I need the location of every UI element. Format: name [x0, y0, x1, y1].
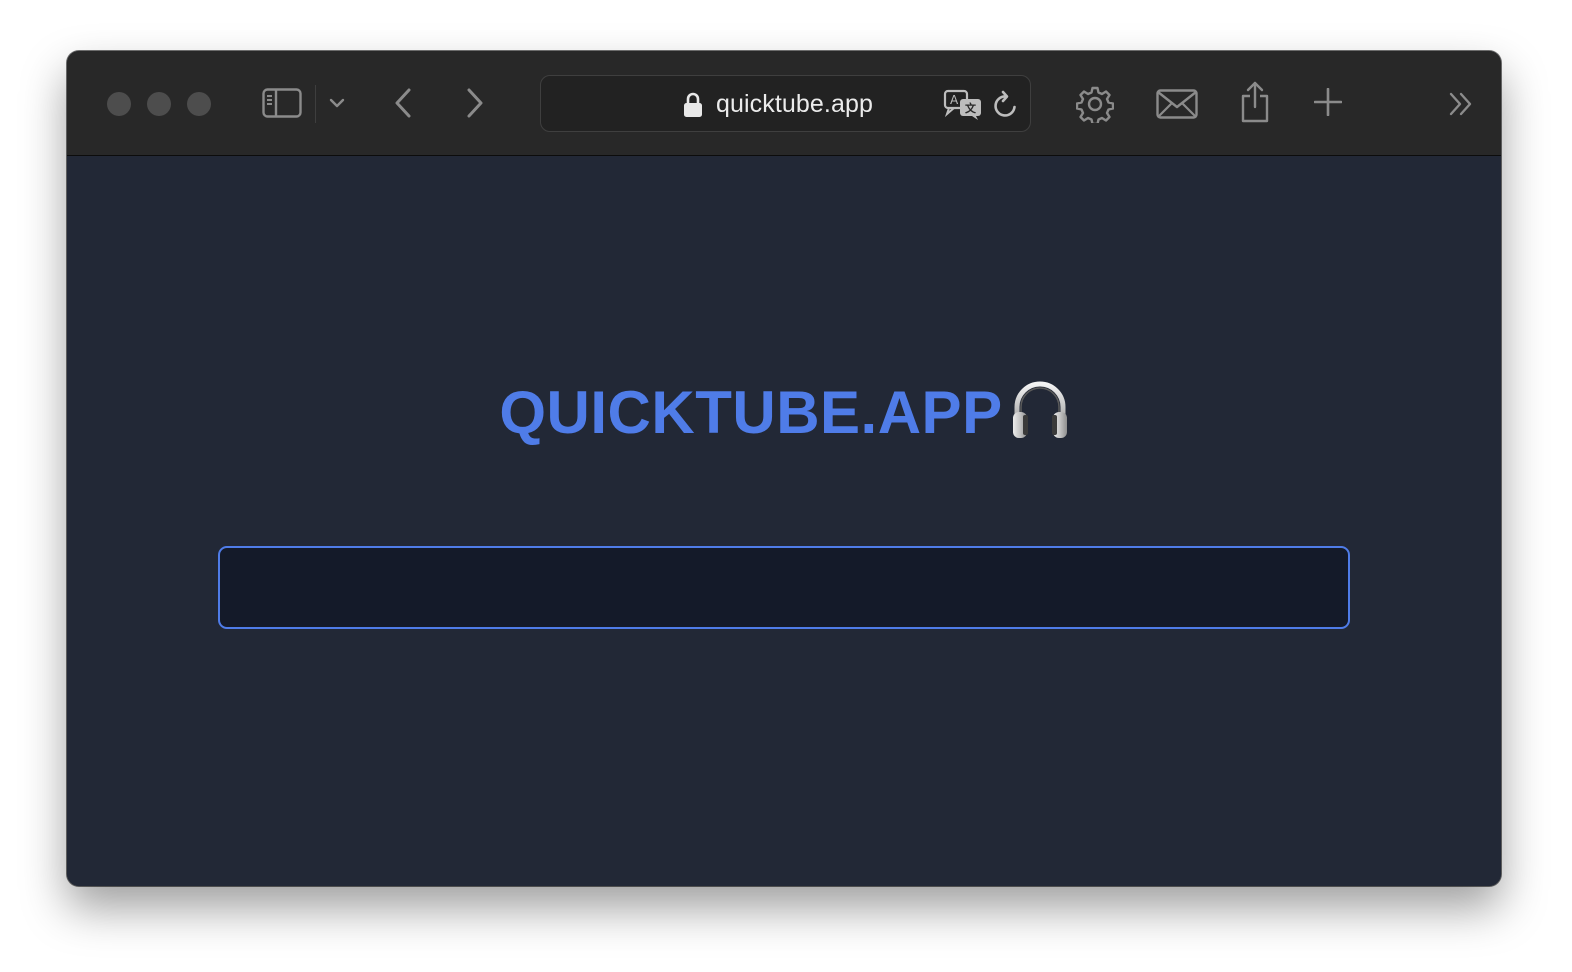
browser-window: quicktube.app A 文 QUICKTUBE.APP — [67, 51, 1501, 886]
reload-icon[interactable] — [991, 89, 1021, 121]
address-bar[interactable]: quicktube.app A 文 — [540, 75, 1031, 132]
toolbar-divider — [315, 85, 316, 123]
translate-icon[interactable]: A 文 — [942, 88, 984, 122]
chevron-down-icon[interactable] — [327, 95, 347, 111]
share-icon[interactable] — [1239, 80, 1271, 124]
close-button[interactable] — [107, 92, 131, 116]
zoom-button[interactable] — [187, 92, 211, 116]
sidebar-icon[interactable] — [261, 87, 303, 119]
page-title-text: QUICKTUBE.APP — [499, 379, 1003, 446]
mail-icon[interactable] — [1155, 88, 1199, 120]
headphones-icon — [1011, 379, 1069, 441]
browser-toolbar: quicktube.app A 文 — [67, 51, 1501, 156]
forward-button[interactable] — [461, 85, 489, 121]
url-text[interactable]: quicktube.app — [716, 90, 873, 119]
search-input[interactable] — [218, 546, 1350, 629]
minimize-button[interactable] — [147, 92, 171, 116]
gear-icon[interactable] — [1075, 84, 1115, 124]
page-title: QUICKTUBE.APP — [67, 378, 1501, 447]
svg-text:文: 文 — [965, 101, 977, 115]
page-content: QUICKTUBE.APP — [67, 156, 1501, 886]
svg-text:A: A — [950, 93, 959, 107]
chevron-right-icon — [467, 88, 483, 118]
chevron-left-icon — [395, 88, 411, 118]
lock-icon — [682, 91, 704, 119]
back-button[interactable] — [389, 85, 417, 121]
plus-icon[interactable] — [1313, 87, 1343, 117]
double-chevron-right-icon[interactable] — [1447, 91, 1475, 117]
